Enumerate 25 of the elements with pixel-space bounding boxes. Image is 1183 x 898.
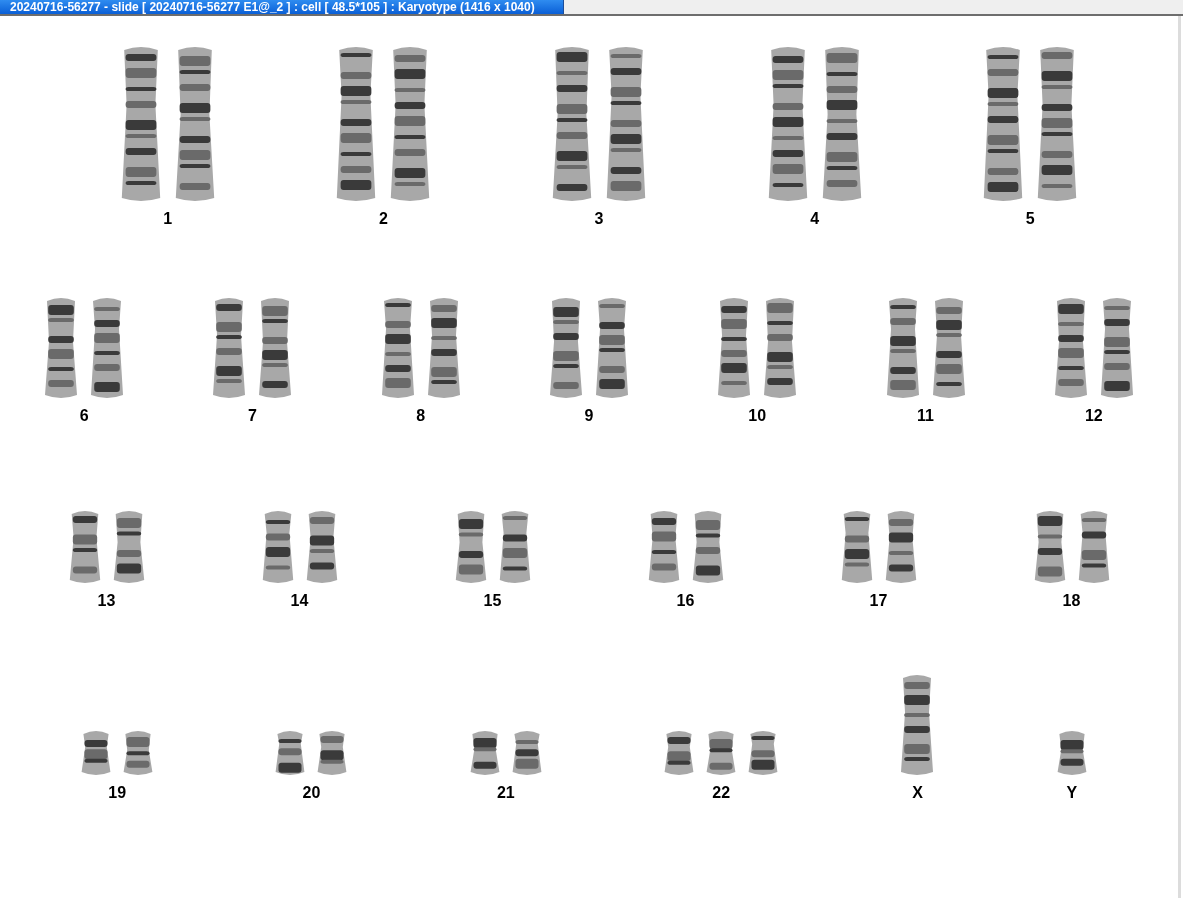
chromosome-label: 13	[97, 592, 116, 610]
chromosome-label: 5	[1025, 210, 1035, 228]
chromosome-label: 12	[1084, 407, 1103, 425]
chromosome-label: 4	[810, 210, 820, 228]
chromosome-label: 8	[416, 407, 426, 425]
chromosome-label: 20	[302, 784, 321, 802]
chromosome-label: 2	[378, 210, 388, 228]
chromosome-label: 11	[917, 407, 934, 425]
chromosome-label: 18	[1062, 592, 1081, 610]
chromosome-label: 22	[712, 784, 731, 802]
chromosome-label: 3	[594, 210, 604, 228]
chromosome-label: 17	[869, 592, 888, 610]
window-title[interactable]: 20240716-56277 - slide [ 20240716-56277 E1@_2 ] : cell [ 48.5*105 ] : Karyotype (1416 x 1040)	[0, 0, 564, 14]
chromosome-label: 10	[748, 407, 767, 425]
chromosome-label: 21	[496, 784, 515, 802]
chromosome-label: 14	[290, 592, 309, 610]
chromosome-label: 1	[163, 210, 173, 228]
chromosome-label: 16	[676, 592, 695, 610]
chromosome-label: 6	[79, 407, 89, 425]
chromosome-label: 15	[483, 592, 502, 610]
chromosome-label: 9	[584, 407, 594, 425]
chromosome-label: 7	[247, 407, 257, 425]
chromosome-label: 19	[108, 784, 127, 802]
chromosome-label: Y	[1066, 784, 1078, 802]
chromosome-label: X	[912, 784, 923, 802]
